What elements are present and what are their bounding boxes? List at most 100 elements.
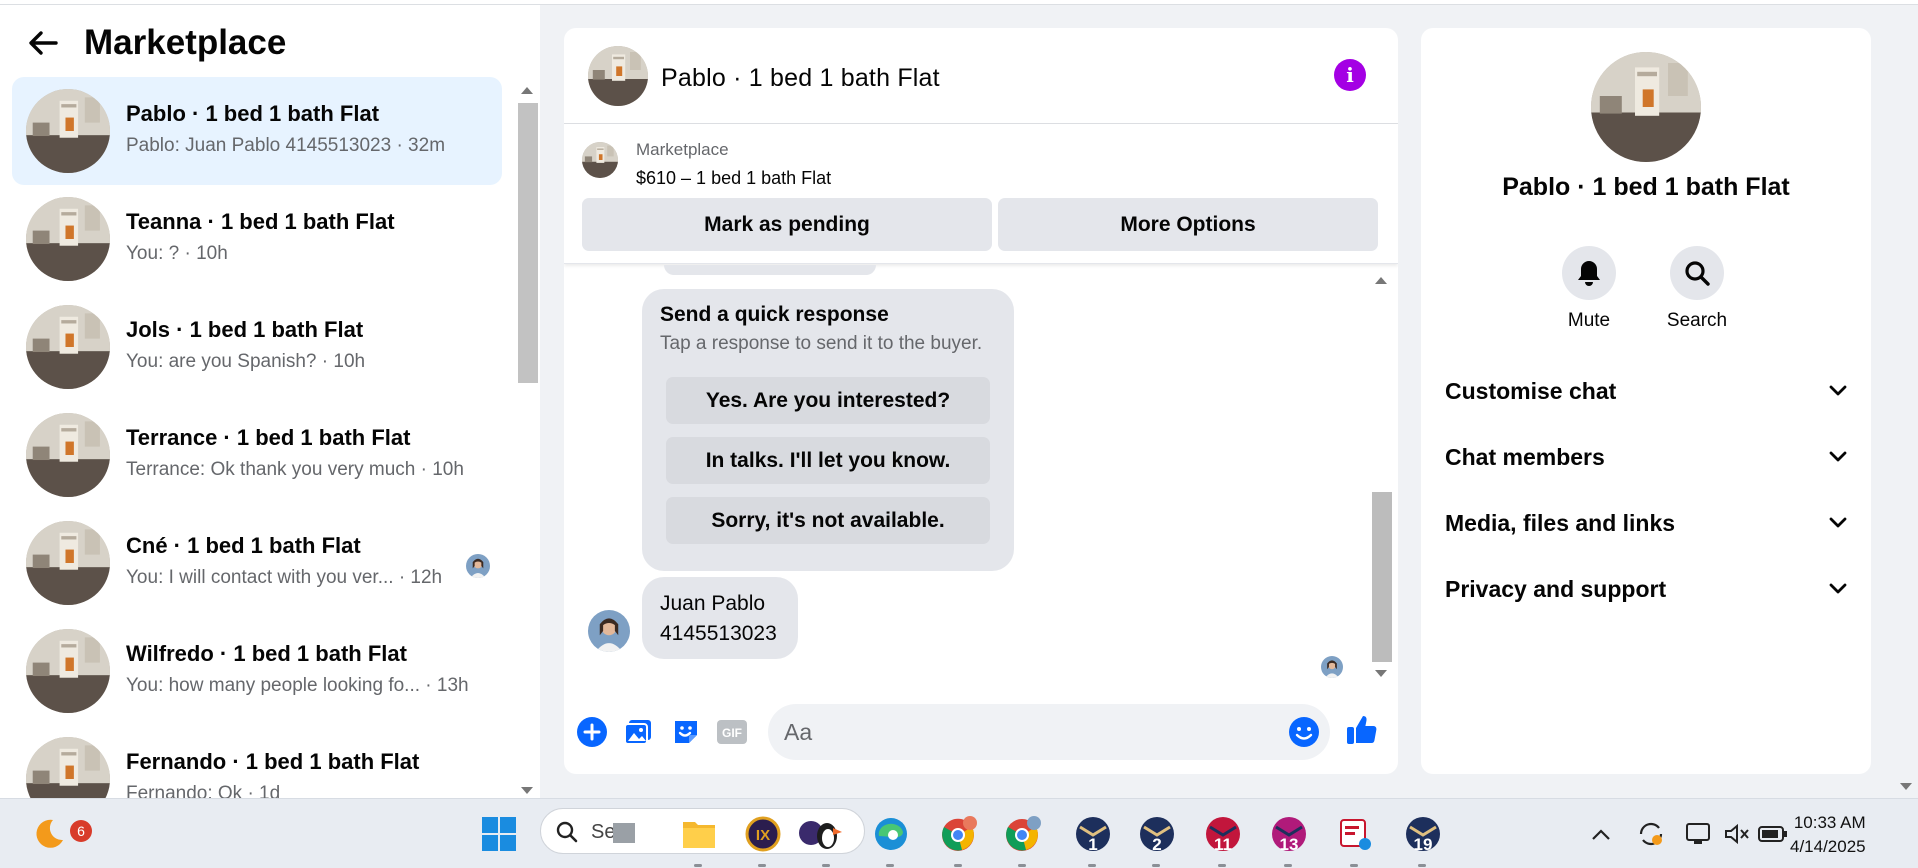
section-label: Customise chat: [1445, 377, 1617, 404]
sticker-icon[interactable]: [668, 714, 704, 750]
emoji-icon[interactable]: [1288, 716, 1320, 748]
read-receipt-avatar: [466, 554, 490, 578]
scroll-down-arrow-icon[interactable]: [521, 787, 533, 794]
pinned-app-number: 19: [1413, 835, 1433, 854]
section-privacy-support[interactable]: Privacy and support: [1445, 569, 1847, 609]
conversation-preview: You: I will contact with you ver... · 12…: [126, 567, 443, 588]
thumbs-up-icon[interactable]: [1344, 712, 1380, 748]
message-input[interactable]: [784, 704, 1264, 760]
conversation-preview: You: how many people looking fo... · 13h: [126, 675, 469, 696]
section-label: Privacy and support: [1445, 575, 1667, 602]
app-icon-xc[interactable]: IX: [740, 811, 786, 867]
page-scroll-down-arrow-icon[interactable]: [1900, 783, 1912, 790]
conversation-title: Terrance · 1 bed 1 bath Flat: [126, 425, 411, 450]
conversation-list-scrollbar[interactable]: [516, 81, 538, 794]
sync-icon[interactable]: [1628, 811, 1674, 857]
listing-price[interactable]: $610 – 1 bed 1 bath Flat: [636, 168, 831, 189]
conversation-preview: You: are you Spanish? · 10h: [126, 351, 366, 372]
chrome-profile-2-icon[interactable]: [1000, 811, 1046, 867]
add-icon[interactable]: [574, 714, 610, 750]
chat-details-panel: Pablo · 1 bed 1 bath Flat Mute Search Cu…: [1421, 28, 1871, 774]
section-chat-members[interactable]: Chat members: [1445, 437, 1847, 477]
section-label: Media, files and links: [1445, 509, 1676, 536]
conversation-title: Teanna · 1 bed 1 bath Flat: [126, 209, 395, 234]
listing-thumbnail[interactable]: [582, 142, 618, 178]
chevron-up-icon[interactable]: [1578, 811, 1624, 857]
search-button[interactable]: Search: [1647, 246, 1747, 332]
conversation-title: Pablo · 1 bed 1 bath Flat: [126, 101, 380, 126]
arrow-left-icon: [29, 31, 58, 55]
sender-avatar[interactable]: [588, 610, 630, 652]
conversation-item-wilfredo[interactable]: Wilfredo · 1 bed 1 bath Flat You: how ma…: [12, 617, 502, 725]
conversation-item-cne[interactable]: Cné · 1 bed 1 bath Flat You: I will cont…: [12, 509, 502, 617]
snipping-tool-icon[interactable]: [1332, 811, 1378, 867]
scroll-up-arrow-icon[interactable]: [1375, 277, 1387, 284]
conversation-preview: Fernando: Ok · 1d: [126, 783, 281, 798]
back-button[interactable]: [24, 24, 62, 62]
file-explorer-icon[interactable]: [676, 811, 722, 867]
scrollbar-thumb[interactable]: [518, 103, 538, 383]
details-avatar[interactable]: [1591, 52, 1701, 162]
windows-taskbar: 6 Se h IX 1 2 11 13 19 10:33 AM 4/14/202…: [0, 798, 1918, 868]
scrollbar-thumb[interactable]: [1372, 492, 1392, 662]
conversation-item-jols[interactable]: Jols · 1 bed 1 bath Flat You: are you Sp…: [12, 293, 502, 401]
bell-icon: [1578, 261, 1600, 286]
quick-response-subtitle: Tap a response to send it to the buyer.: [660, 333, 983, 354]
pinned-app-13-icon[interactable]: 13: [1266, 811, 1312, 867]
panel-header: Marketplace: [24, 23, 286, 63]
gif-icon[interactable]: GIF: [714, 714, 750, 750]
listing-avatar: [26, 413, 110, 497]
svg-text:IX: IX: [756, 827, 770, 844]
search-icon: [556, 821, 578, 843]
chevron-down-icon: [1829, 583, 1847, 594]
thread-scrollbar[interactable]: [1370, 272, 1392, 682]
listing-avatar: [26, 197, 110, 281]
scroll-up-arrow-icon[interactable]: [521, 87, 533, 94]
listing-avatar: [26, 521, 110, 605]
pinned-app-2-icon[interactable]: 2: [1134, 811, 1180, 867]
mute-label: Mute: [1567, 310, 1611, 331]
conversation-title: Cné · 1 bed 1 bath Flat: [126, 533, 361, 558]
notification-badge: 6: [70, 820, 92, 842]
system-clock[interactable]: 10:33 AM 4/14/2025: [1790, 811, 1866, 859]
scroll-down-arrow-icon[interactable]: [1375, 670, 1387, 677]
weather-widget-icon[interactable]: 6: [24, 811, 92, 857]
pinned-app-1-icon[interactable]: 1: [1070, 811, 1116, 867]
conversation-item-terrance[interactable]: Terrance · 1 bed 1 bath Flat Terrance: O…: [12, 401, 502, 509]
edge-browser-icon[interactable]: [868, 811, 914, 867]
clock-date: 4/14/2025: [1790, 837, 1866, 856]
svg-text:GIF: GIF: [722, 726, 742, 740]
pinned-app-11-icon[interactable]: 11: [1200, 811, 1246, 867]
quick-response-option[interactable]: In talks. I'll let you know.: [666, 437, 990, 484]
mute-button[interactable]: Mute: [1539, 246, 1639, 332]
conversation-item-pablo[interactable]: Pablo · 1 bed 1 bath Flat Pablo: Juan Pa…: [12, 77, 502, 185]
chat-title[interactable]: Pablo · 1 bed 1 bath Flat: [661, 64, 940, 93]
conversation-title: Wilfredo · 1 bed 1 bath Flat: [126, 641, 407, 666]
conversation-item-fernando[interactable]: Fernando · 1 bed 1 bath Flat Fernando: O…: [12, 725, 502, 798]
section-media-files-links[interactable]: Media, files and links: [1445, 503, 1847, 543]
section-label: Chat members: [1445, 443, 1605, 470]
pinned-app-19-icon[interactable]: 19: [1400, 811, 1446, 867]
seen-avatar: [1321, 656, 1343, 678]
listing-label: Marketplace: [636, 140, 729, 159]
listing-avatar: [26, 737, 110, 798]
conversation-list-panel: Marketplace Pablo · 1 bed 1 bath Flat Pa…: [0, 5, 540, 798]
info-icon[interactable]: i: [1334, 59, 1366, 91]
previous-message-bubble: [664, 265, 876, 275]
details-name: Pablo · 1 bed 1 bath Flat: [1502, 173, 1790, 201]
conversation-preview: Terrance: Ok thank you very much · 10h: [126, 459, 464, 480]
puffin-app-icon[interactable]: [804, 811, 850, 867]
more-options-button[interactable]: More Options: [998, 198, 1378, 251]
pinned-app-number: 11: [1214, 835, 1232, 854]
section-customise-chat[interactable]: Customise chat: [1445, 371, 1847, 411]
mark-pending-button[interactable]: Mark as pending: [582, 198, 992, 251]
quick-response-option[interactable]: Yes. Are you interested?: [666, 377, 990, 424]
conversation-title: Fernando · 1 bed 1 bath Flat: [126, 749, 420, 774]
photo-icon[interactable]: [620, 714, 656, 750]
conversation-item-teanna[interactable]: Teanna · 1 bed 1 bath Flat You: ? · 10h: [12, 185, 502, 293]
windows-start-icon[interactable]: [476, 811, 522, 857]
chrome-profile-1-icon[interactable]: [936, 811, 982, 867]
chat-avatar[interactable]: [588, 46, 648, 106]
message-composer: GIF: [564, 698, 1398, 768]
quick-response-option[interactable]: Sorry, it's not available.: [666, 497, 990, 544]
